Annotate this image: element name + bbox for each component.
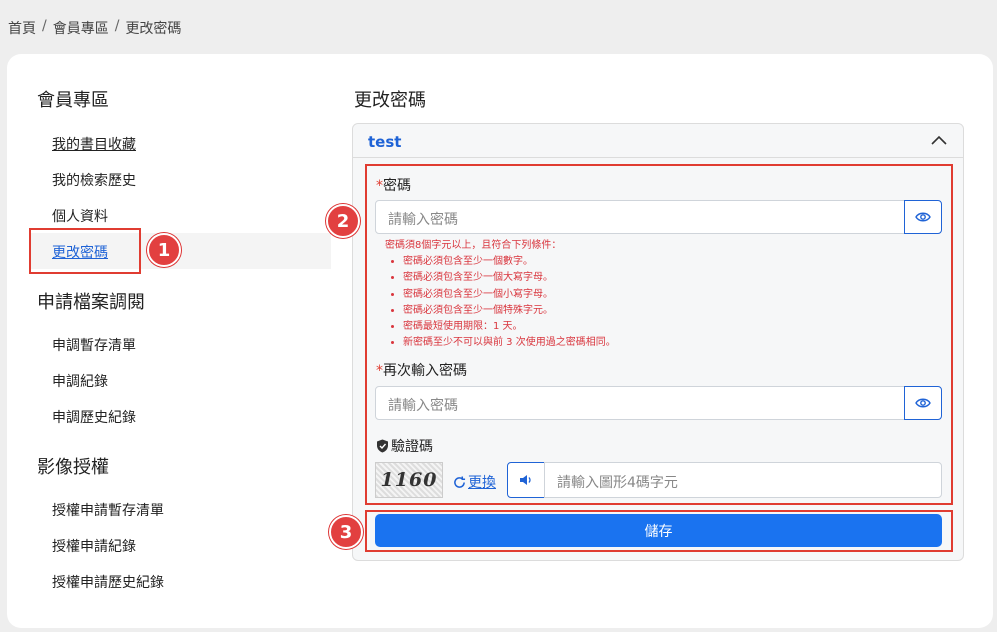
sidebar-item-license-cart[interactable]: 授權申請暫存清單 [52,500,164,520]
sidebar-title-archive: 申請檔案調閱 [37,292,145,313]
step-badge-3: 3 [329,515,363,549]
account-panel-header[interactable]: test [353,124,963,158]
highlight-box-sidebar [29,228,141,274]
breadcrumb: 首頁 / 會員專區 / 更改密碼 [8,18,181,38]
account-name: test [368,133,402,151]
breadcrumb-separator: / [42,18,47,34]
breadcrumb-current: 更改密碼 [125,21,182,37]
breadcrumb-member[interactable]: 會員專區 [53,18,109,38]
sidebar-title-image-license: 影像授權 [37,457,109,478]
sidebar-item-license-records[interactable]: 授權申請紀錄 [52,536,136,556]
page-title: 更改密碼 [354,90,426,111]
sidebar-item-archive-cart[interactable]: 申調暫存清單 [52,335,136,355]
chevron-up-icon[interactable] [931,134,947,146]
step-badge-1: 1 [147,233,181,267]
sidebar-item-search-history[interactable]: 我的檢索歷史 [52,170,136,190]
sidebar-item-profile[interactable]: 個人資料 [52,206,108,226]
breadcrumb-separator: / [114,18,120,34]
sidebar-item-archive-records[interactable]: 申調紀錄 [52,371,108,391]
step-badge-2: 2 [326,204,360,238]
highlight-box-form [365,164,953,505]
sidebar-item-archive-history[interactable]: 申調歷史紀錄 [52,407,136,427]
sidebar-item-bookmarks[interactable]: 我的書目收藏 [52,134,136,154]
sidebar-title-member: 會員專區 [37,90,109,111]
sidebar-item-license-history[interactable]: 授權申請歷史紀錄 [52,572,164,592]
highlight-box-save [365,510,953,552]
breadcrumb-home[interactable]: 首頁 [8,18,36,38]
